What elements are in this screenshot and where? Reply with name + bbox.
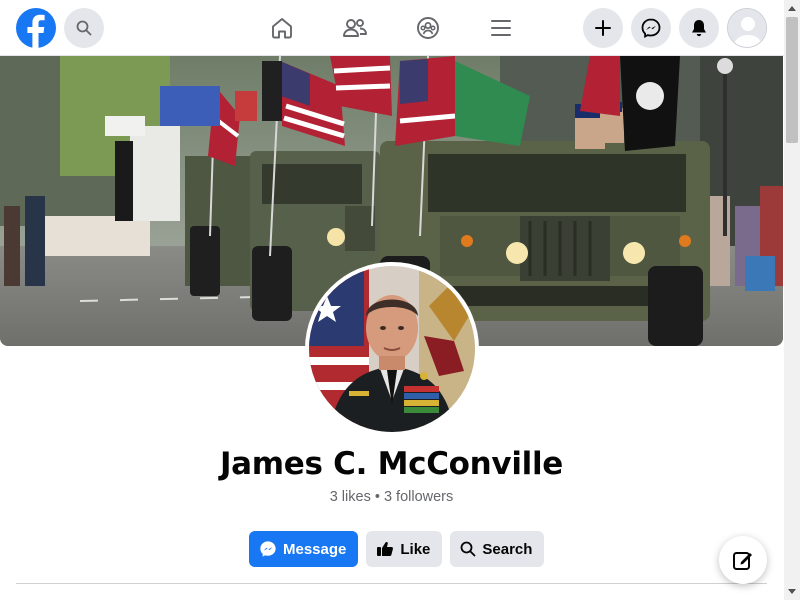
likes-followers-count[interactable]: 3 likes • 3 followers bbox=[0, 489, 783, 505]
page-name: James C. McConville bbox=[219, 446, 564, 482]
page-scrollbar[interactable] bbox=[784, 0, 800, 600]
facebook-logo[interactable] bbox=[16, 8, 56, 48]
profile-actions: Message Like Search bbox=[249, 531, 545, 567]
new-message-button[interactable] bbox=[719, 536, 767, 584]
create-button[interactable] bbox=[583, 8, 623, 48]
top-nav-bar bbox=[0, 0, 784, 56]
friends-icon bbox=[343, 19, 367, 37]
nav-menu[interactable] bbox=[485, 12, 517, 44]
messenger-icon bbox=[641, 18, 661, 38]
profile-page: James C. McConville 3 likes • 3 follower… bbox=[0, 0, 800, 600]
bell-icon bbox=[692, 20, 706, 37]
scroll-thumb[interactable] bbox=[786, 17, 798, 143]
nav-groups[interactable] bbox=[412, 12, 444, 44]
menu-icon bbox=[491, 20, 511, 36]
default-avatar bbox=[728, 9, 766, 47]
search-button[interactable] bbox=[64, 8, 104, 48]
nav-friends[interactable] bbox=[339, 12, 371, 44]
groups-icon bbox=[417, 17, 439, 39]
message-button-label: Message bbox=[283, 540, 347, 558]
plus-icon bbox=[595, 20, 611, 36]
search-icon bbox=[460, 541, 476, 557]
search-button-label: Search bbox=[482, 540, 533, 558]
notifications-button[interactable] bbox=[679, 8, 719, 48]
messenger-icon bbox=[260, 541, 276, 557]
thumbs-up-icon bbox=[377, 541, 394, 556]
messenger-button[interactable] bbox=[631, 8, 671, 48]
like-button[interactable]: Like bbox=[366, 531, 443, 567]
message-button[interactable]: Message bbox=[249, 531, 359, 567]
home-icon bbox=[272, 18, 292, 39]
nav-home[interactable] bbox=[266, 12, 298, 44]
like-button-label: Like bbox=[400, 540, 431, 558]
scroll-down-arrow[interactable] bbox=[784, 583, 800, 600]
compose-icon bbox=[733, 552, 752, 570]
account-avatar[interactable] bbox=[727, 8, 767, 48]
search-page-button[interactable]: Search bbox=[450, 531, 545, 567]
scroll-up-arrow[interactable] bbox=[784, 0, 800, 17]
profile-picture[interactable] bbox=[305, 262, 479, 436]
section-divider bbox=[16, 583, 767, 584]
search-icon bbox=[76, 20, 92, 36]
